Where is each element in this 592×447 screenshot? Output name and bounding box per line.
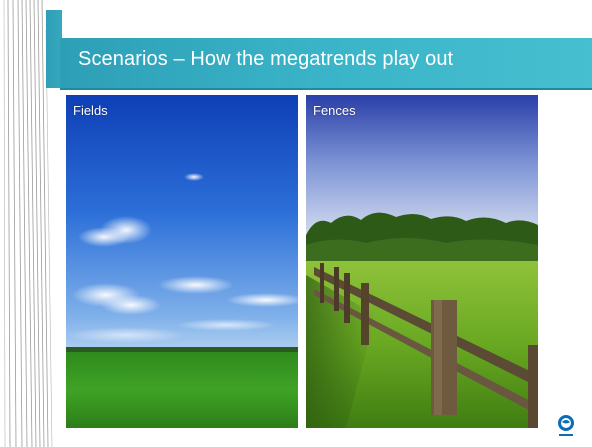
fields-photo <box>66 95 298 428</box>
slide-title: Scenarios – How the megatrends play out <box>78 48 454 70</box>
slide: Scenarios – How the megatrends play out <box>0 0 592 447</box>
csiro-logo-icon <box>558 415 574 436</box>
fences-caption: Fences <box>313 103 356 118</box>
fields-image-panel: Fields <box>66 95 298 428</box>
fences-image-panel: Fences <box>306 95 538 428</box>
fences-photo <box>306 95 538 428</box>
fields-caption: Fields <box>73 103 108 118</box>
